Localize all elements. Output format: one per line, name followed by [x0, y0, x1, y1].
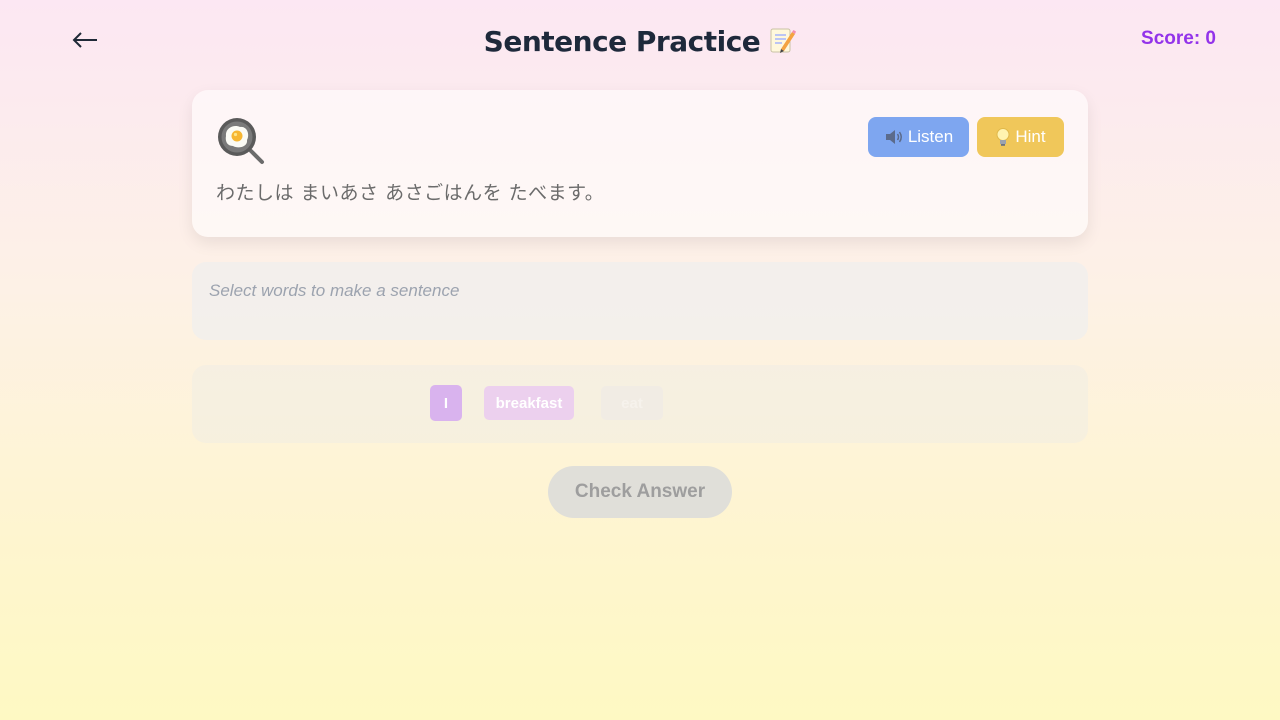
word-chip[interactable]: eat: [601, 386, 663, 420]
speaker-icon: [885, 130, 902, 144]
word-chip[interactable]: I: [430, 385, 462, 421]
score-label: Score: 0: [1141, 28, 1216, 49]
hint-button[interactable]: Hint: [977, 117, 1064, 157]
header: Sentence Practice Score: 0: [0, 0, 1280, 82]
japanese-sentence: わたしは まいあさ あさごはんを たべます。: [216, 182, 605, 204]
answer-drop-zone[interactable]: Select words to make a sentence: [192, 262, 1088, 340]
prompt-card: Listen Hint わたしは まいあさ あさごはんを たべます。: [192, 90, 1088, 237]
page-title-row: Sentence Practice: [0, 20, 1280, 64]
check-answer-button[interactable]: Check Answer: [548, 466, 732, 518]
frying-pan-egg-icon: [218, 118, 264, 164]
word-bank: I breakfast eat: [192, 365, 1088, 443]
hint-label: Hint: [1015, 127, 1046, 146]
memo-pencil-icon: [770, 28, 797, 53]
lightbulb-icon: [996, 128, 1010, 146]
listen-button[interactable]: Listen: [868, 117, 969, 157]
listen-label: Listen: [907, 127, 954, 146]
answer-placeholder: Select words to make a sentence: [209, 281, 460, 300]
word-chip[interactable]: breakfast: [484, 386, 574, 420]
page-title: Sentence Practice: [483, 25, 761, 58]
